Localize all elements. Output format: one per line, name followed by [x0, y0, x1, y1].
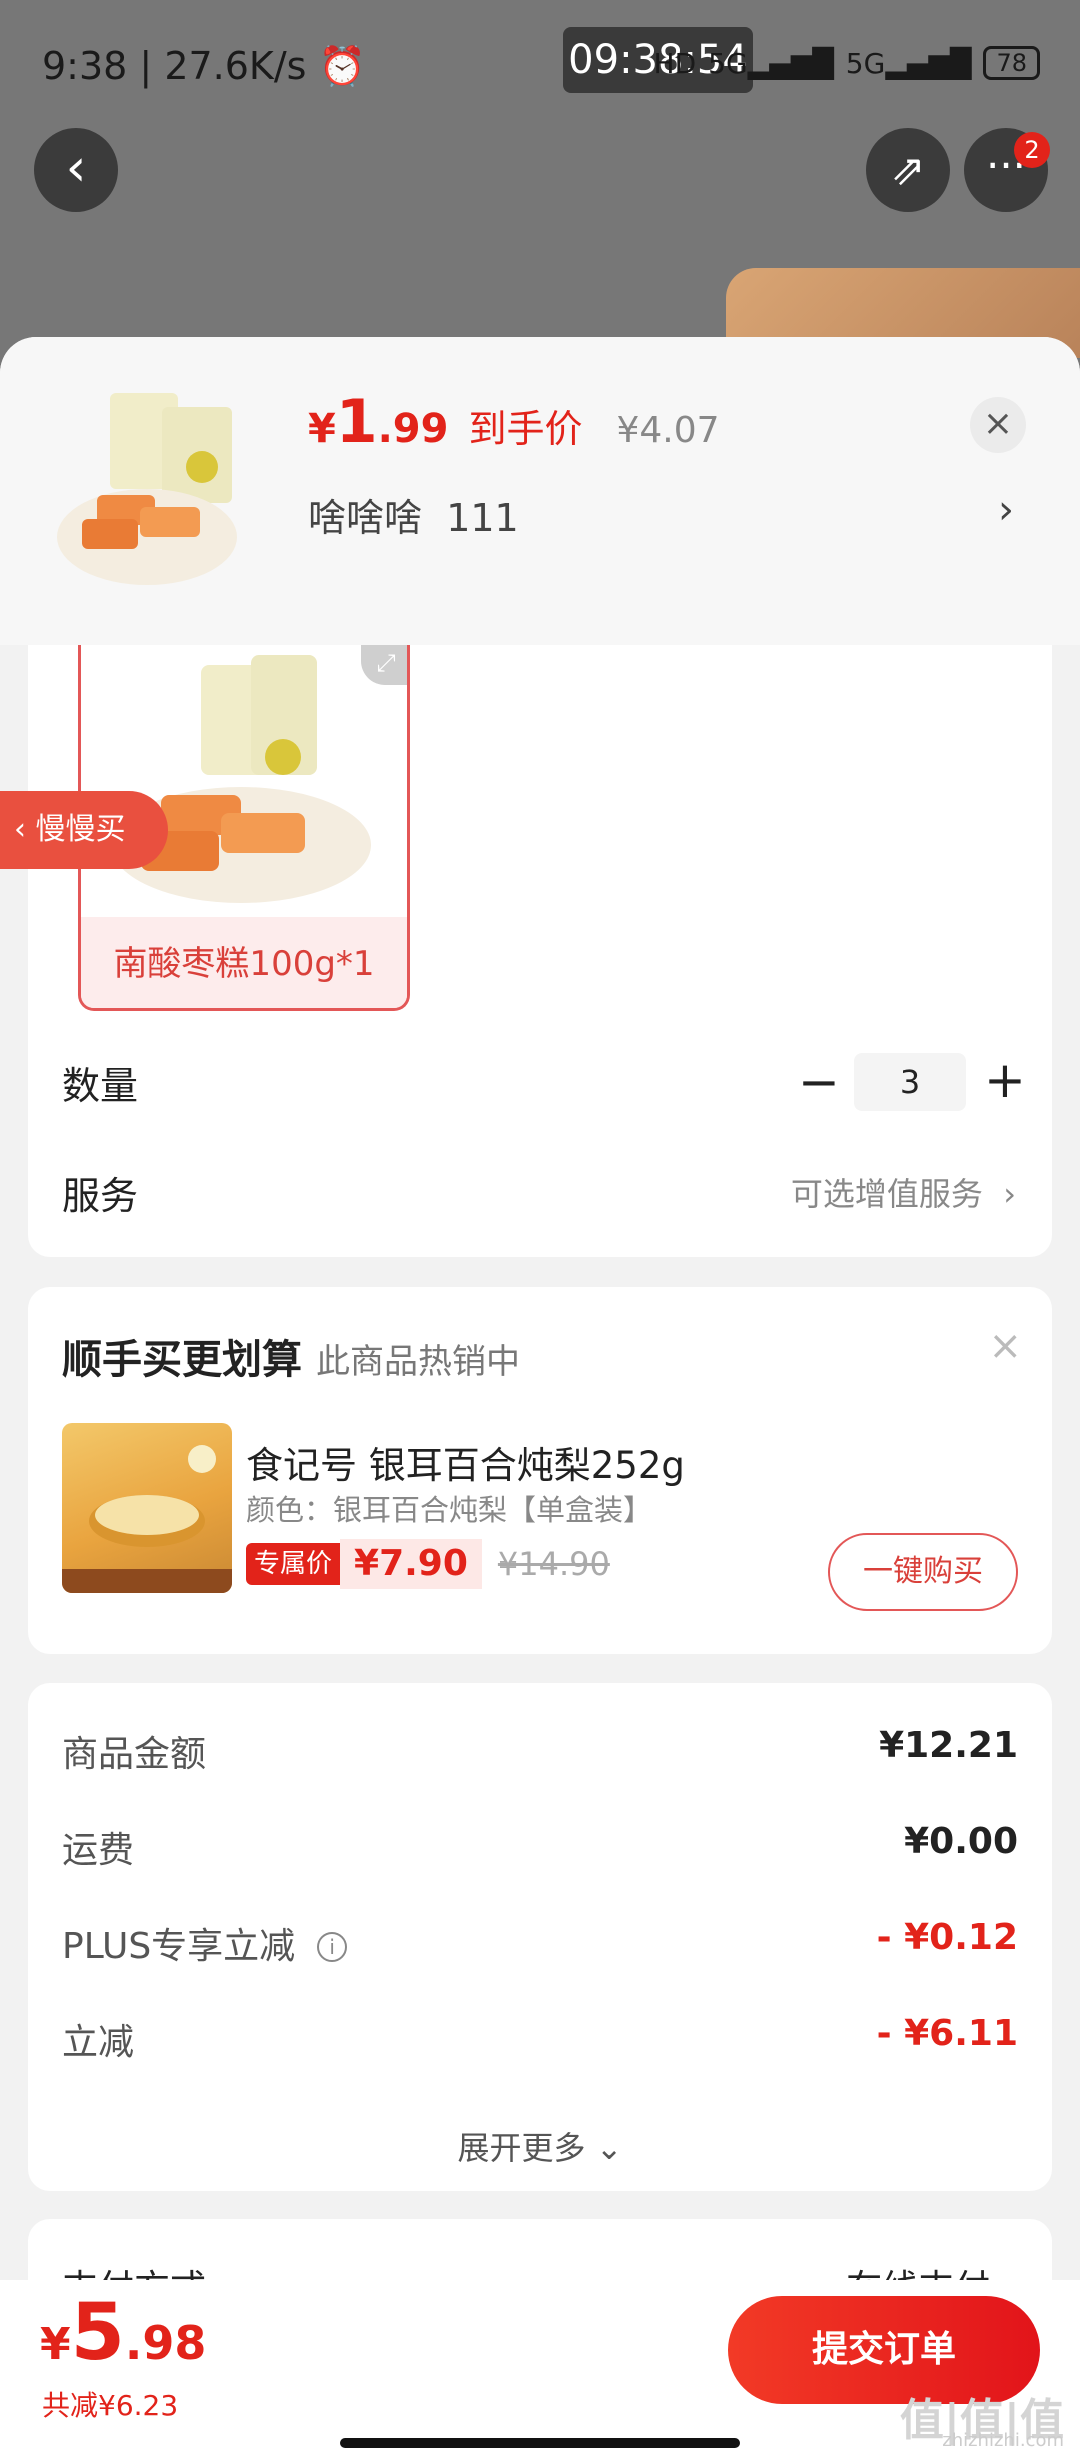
addon-close-icon[interactable]: × — [988, 1323, 1022, 1369]
addon-product-image — [62, 1423, 232, 1593]
share-button[interactable]: ⇗ — [866, 128, 950, 212]
addon-price: ¥7.90 — [340, 1539, 482, 1589]
original-price: ¥4.07 — [616, 410, 720, 451]
close-button[interactable]: × — [970, 397, 1026, 453]
one-click-buy-button[interactable]: 一键购买 — [828, 1533, 1018, 1611]
order-sheet: ¥ 1 .99 到手价 ¥4.07 × 啥啥啥 111 › ⤢ 南酸枣糕100g… — [0, 337, 1080, 2460]
price-currency: ¥ — [308, 406, 336, 452]
quantity-input[interactable]: 3 — [854, 1053, 966, 1111]
addon-subtitle: 此商品热销中 — [316, 1342, 520, 1382]
address-detail: 111 — [446, 496, 519, 540]
addon-price-row: 专属价 ¥7.90 ¥14.90 — [246, 1539, 610, 1589]
product-thumbnail — [57, 393, 237, 585]
status-time: 9:38 | 27.6K/s ⏰ — [42, 44, 366, 88]
price-decimal: .99 — [377, 406, 449, 452]
chevron-down-icon: ⌄ — [595, 2129, 623, 2167]
chevron-left-icon: ‹ — [65, 138, 87, 198]
service-selector[interactable]: 可选增值服务 › — [791, 1169, 1016, 1215]
battery-icon: 78 — [983, 46, 1040, 80]
addon-product-name[interactable]: 食记号 银耳百合炖梨252g — [246, 1435, 685, 1489]
info-icon[interactable]: i — [317, 1932, 348, 1962]
signal-icon: 5G▂▄▆█ — [708, 46, 834, 80]
price-row: ¥ 1 .99 到手价 ¥4.07 — [308, 387, 720, 457]
notification-badge: 2 — [1014, 132, 1050, 168]
addon-card: 顺手买更划算 此商品热销中 × 食记号 银耳百合炖梨252g 颜色：银耳百合炖梨【… — [28, 1287, 1052, 1654]
summary-row: 运费 ¥0.00 — [62, 1821, 1018, 1871]
price-summary-card: 商品金额 ¥12.21 运费 ¥0.00 PLUS专享立减 i - ¥0.12 立… — [28, 1683, 1052, 2191]
status-bar: 9:38 | 27.6K/s ⏰ 09:38:54 HD 5G▂▄▆█ 5G▂▄… — [0, 0, 1080, 130]
sku-label: 南酸枣糕100g*1 — [81, 917, 407, 1008]
addon-product-art — [62, 1445, 232, 1593]
recipient-name: 啥啥啥 — [308, 496, 423, 540]
sku-card: ⤢ 南酸枣糕100g*1 数量 − 3 + 服务 可选增值服务 › — [28, 645, 1052, 1257]
status-icons: HD 5G▂▄▆█ 5G▂▄▆█ 78 — [654, 46, 1040, 80]
hd-icon: HD — [653, 46, 697, 80]
summary-row: 商品金额 ¥12.21 — [62, 1725, 1018, 1775]
summary-row: PLUS专享立减 i - ¥0.12 — [62, 1917, 1018, 1967]
sku-image — [111, 655, 371, 903]
signal-icon-2: 5G▂▄▆█ — [845, 46, 972, 80]
chevron-left-icon: ‹ — [14, 812, 26, 847]
close-icon: × — [982, 403, 1014, 444]
addon-product-variant: 颜色：银耳百合炖梨【单盒装】 — [246, 1493, 653, 1527]
alarm-icon: ⏰ — [318, 44, 366, 88]
quantity-decrease-button[interactable]: − — [798, 1057, 840, 1107]
service-label: 服务 — [62, 1174, 139, 1218]
slow-buy-tab[interactable]: ‹ 慢慢买 — [0, 791, 168, 869]
expand-more-button[interactable]: 展开更多 ⌄ — [28, 2123, 1052, 2169]
quantity-increase-button[interactable]: + — [984, 1051, 1026, 1109]
total-saved: 共减¥6.23 — [42, 2389, 179, 2422]
price-integer: 1 — [335, 387, 378, 457]
total-price: ¥5.98 — [40, 2288, 207, 2378]
chevron-right-icon: › — [1003, 1175, 1016, 1213]
sheet-header: ¥ 1 .99 到手价 ¥4.07 × 啥啥啥 111 › — [0, 337, 1080, 645]
final-price-label: 到手价 — [468, 407, 583, 451]
address-row[interactable]: 啥啥啥 111 — [308, 487, 519, 542]
summary-row: 立减 - ¥6.11 — [62, 2013, 1018, 2063]
addon-original-price: ¥14.90 — [497, 1545, 610, 1583]
chevron-right-icon[interactable]: › — [998, 487, 1014, 533]
expand-icon[interactable]: ⤢ — [361, 645, 407, 685]
watermark-url: zhizhizhi.com — [942, 2430, 1064, 2451]
exclusive-price-tag: 专属价 — [246, 1543, 341, 1585]
home-indicator[interactable] — [340, 2438, 740, 2448]
share-icon: ⇗ — [890, 145, 926, 194]
quantity-label: 数量 — [62, 1064, 139, 1108]
addon-title: 顺手买更划算 此商品热销中 — [62, 1337, 520, 1383]
back-button[interactable]: ‹ — [34, 128, 118, 212]
